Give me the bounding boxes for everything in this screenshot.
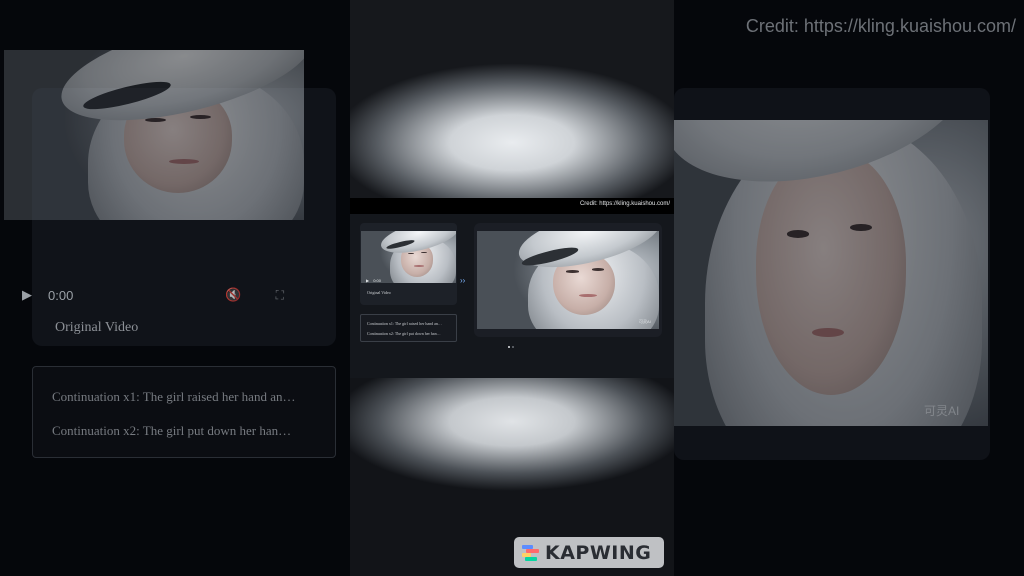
continue-arrow-icon: ›› bbox=[460, 276, 466, 285]
mini-video-controls: ▶ 0:00 bbox=[366, 278, 381, 283]
credit-text-small: Credit: https://kling.kuaishou.com/ bbox=[579, 201, 670, 207]
kapwing-watermark: KAPWING bbox=[514, 537, 664, 568]
mini-continuation-prompts: Continuation x1: The girl raised her han… bbox=[360, 314, 457, 342]
mute-icon[interactable]: 🔇 bbox=[225, 287, 241, 303]
left-blurred-panel: ▶ 0:00 🔇 ⛶ Original Video Continuation x… bbox=[0, 0, 350, 576]
generated-video-card: 可灵AI bbox=[474, 223, 662, 337]
mini-original-video-label: Original Video bbox=[367, 290, 391, 295]
mini-play-icon[interactable]: ▶ bbox=[366, 278, 369, 283]
play-icon[interactable]: ▶ bbox=[22, 287, 32, 303]
continuation-prompt-1[interactable]: Continuation x1: The girl raised her han… bbox=[52, 389, 295, 405]
credit-text-large: Credit: https://kling.kuaishou.com/ bbox=[745, 16, 1016, 36]
video-controls: ▶ 0:00 🔇 ⛶ bbox=[4, 280, 304, 310]
mini-video-time: 0:00 bbox=[373, 278, 381, 283]
top-blur-glow bbox=[350, 0, 674, 198]
video-time: 0:00 bbox=[48, 287, 74, 303]
kapwing-label: KAPWING bbox=[545, 541, 652, 564]
carousel-dot-2[interactable] bbox=[512, 346, 514, 348]
kling-watermark-large: 可灵AI bbox=[924, 404, 960, 418]
fullscreen-icon[interactable]: ⛶ bbox=[276, 288, 284, 303]
kling-demo-panel: ▶ 0:00 Original Video Continuation x1: T… bbox=[350, 214, 674, 378]
kling-watermark: 可灵AI bbox=[639, 319, 651, 324]
continuation-prompt-2[interactable]: Continuation x2: The girl put down her h… bbox=[52, 423, 291, 439]
mini-original-video-card: ▶ 0:00 Original Video bbox=[360, 223, 457, 305]
original-video-frame[interactable] bbox=[4, 50, 304, 220]
mini-continuation-prompt-2[interactable]: Continuation x2: The girl put down her h… bbox=[367, 331, 441, 336]
mini-continuation-prompt-1[interactable]: Continuation x1: The girl raised her han… bbox=[367, 321, 442, 326]
center-screenshot-strip: Credit: https://kling.kuaishou.com/ ▶ 0:… bbox=[350, 198, 674, 378]
right-blurred-panel: Credit: https://kling.kuaishou.com/ 可灵AI bbox=[674, 0, 1024, 576]
mini-original-video-frame[interactable] bbox=[361, 231, 456, 283]
center-column: Credit: https://kling.kuaishou.com/ ▶ 0:… bbox=[350, 0, 674, 576]
carousel-dot-1[interactable] bbox=[508, 346, 510, 348]
generated-video-frame-large[interactable] bbox=[674, 120, 988, 426]
generated-video-frame[interactable] bbox=[477, 231, 659, 329]
kapwing-logo-icon bbox=[522, 544, 539, 561]
carousel-dots bbox=[508, 346, 514, 348]
original-video-label: Original Video bbox=[55, 320, 139, 335]
continuation-prompts: Continuation x1: The girl raised her han… bbox=[32, 366, 336, 458]
